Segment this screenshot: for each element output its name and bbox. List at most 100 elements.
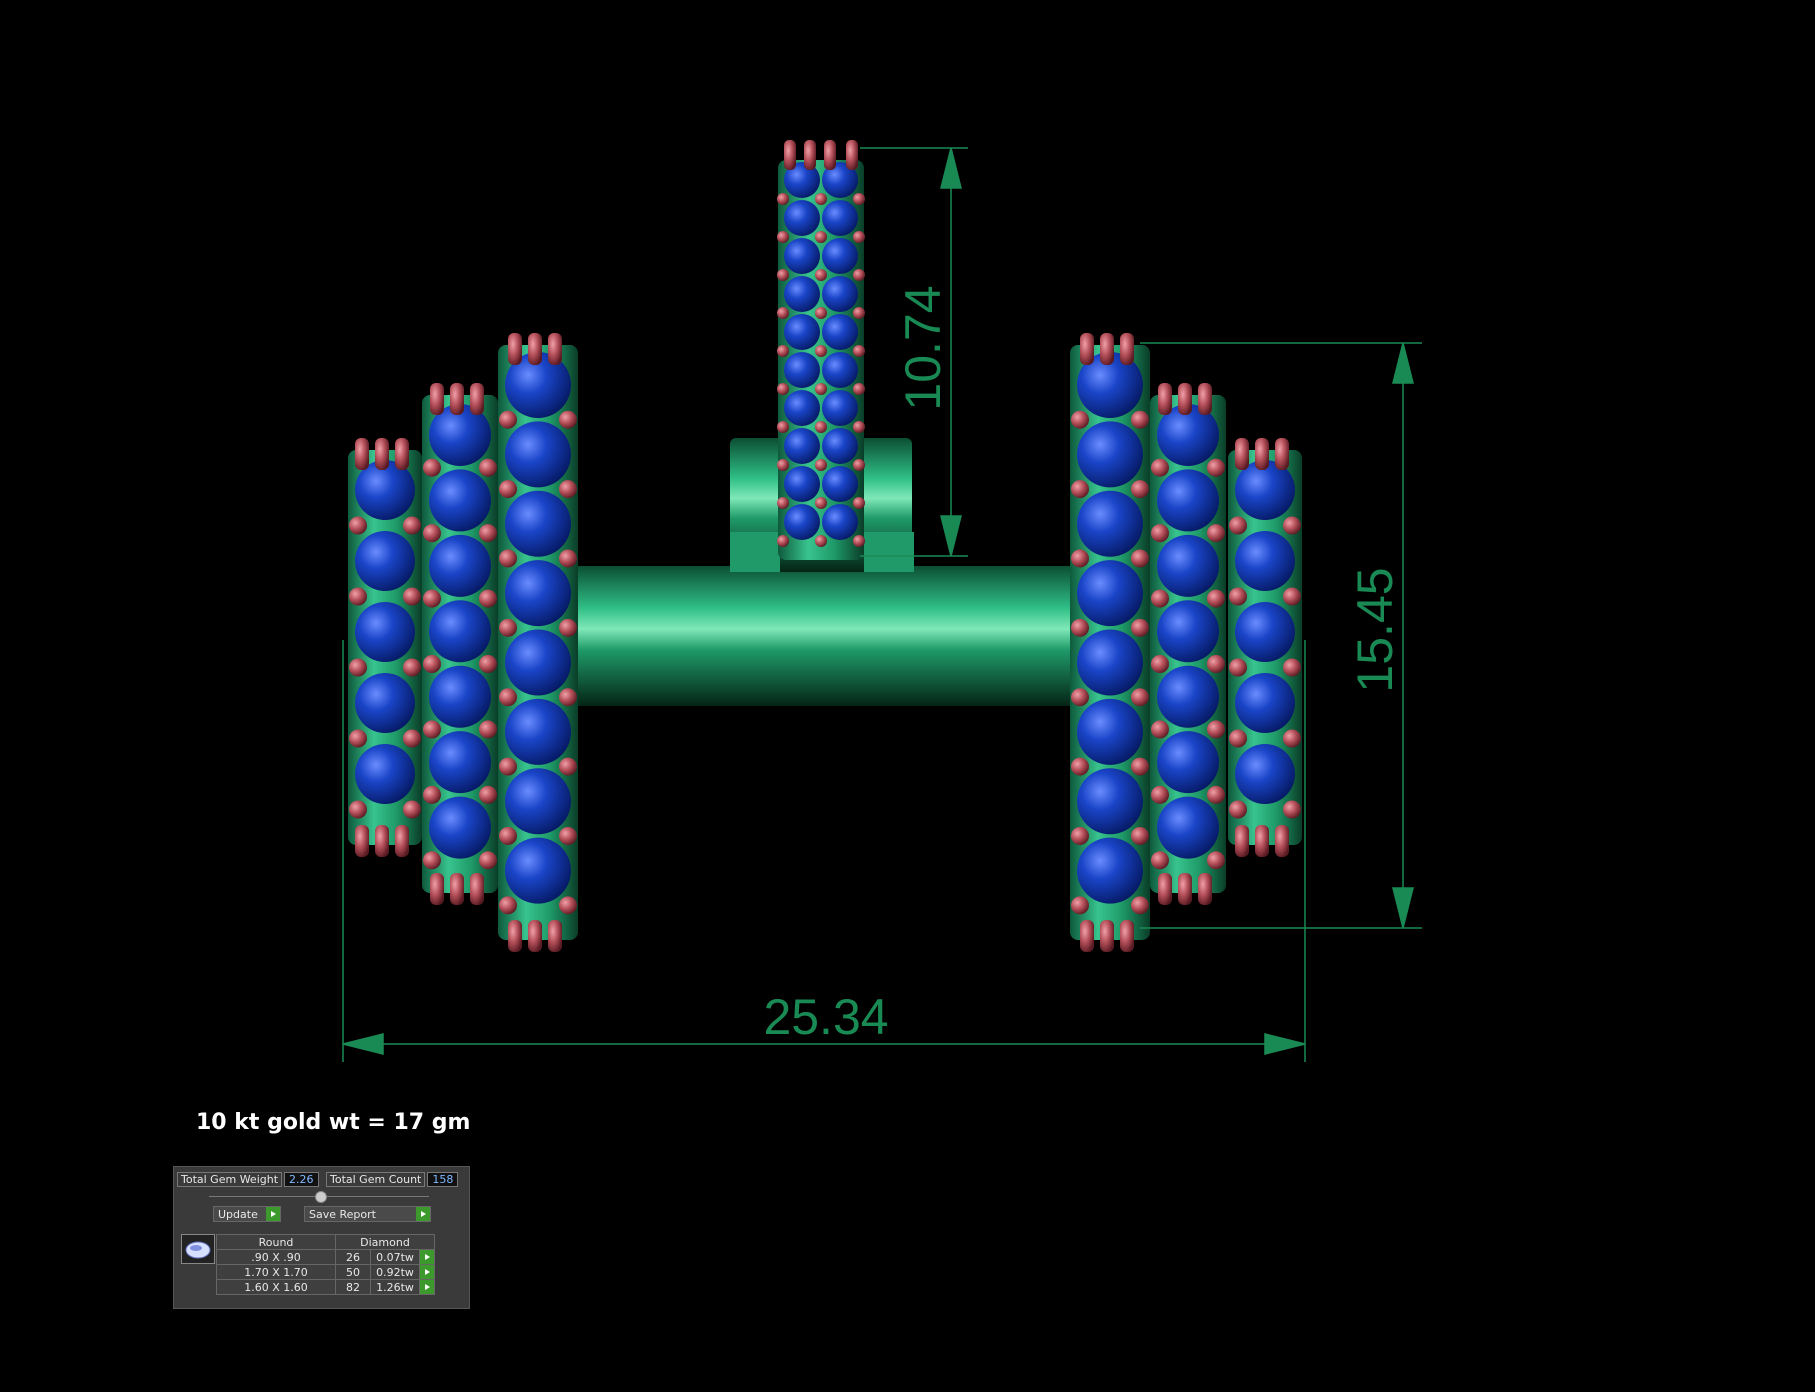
prong [1131, 549, 1149, 568]
gem-report-panel: Total Gem Weight 2.26 Total Gem Count 15… [173, 1166, 470, 1309]
play-arrow-icon [416, 1207, 430, 1221]
gem [784, 504, 820, 540]
gold-weight-label: 10 kt gold wt = 17 gm [196, 1110, 471, 1135]
row-expand-icon[interactable] [419, 1279, 435, 1295]
prong [395, 825, 409, 857]
play-arrow-icon [266, 1207, 280, 1221]
prong [1229, 729, 1247, 748]
total-gem-count-value[interactable]: 158 [427, 1172, 459, 1187]
gem [429, 796, 491, 859]
prong [815, 345, 827, 357]
prong [375, 825, 389, 857]
prong [815, 459, 827, 471]
gem [1157, 665, 1219, 728]
prong [508, 920, 522, 952]
gem-weight: 0.92tw [370, 1264, 420, 1280]
total-gem-weight-value[interactable]: 2.26 [284, 1172, 319, 1187]
prong [349, 587, 367, 606]
prong [1151, 524, 1169, 543]
prong [1071, 549, 1089, 568]
prong [1207, 524, 1225, 543]
gem [429, 534, 491, 597]
collapse-handle-icon[interactable] [315, 1191, 327, 1203]
prong [1207, 851, 1225, 870]
gem [505, 698, 571, 765]
prong [1275, 438, 1289, 470]
gem [784, 352, 820, 388]
prong [479, 785, 497, 804]
update-button[interactable]: Update [213, 1206, 281, 1222]
dimension-bail-label: 10.74 [895, 285, 951, 410]
round-gem-thumbnail-icon[interactable] [181, 1234, 215, 1264]
prong [349, 658, 367, 677]
prong [853, 345, 865, 357]
prong [479, 589, 497, 608]
prong [1229, 516, 1247, 535]
prong [815, 269, 827, 281]
prong [528, 920, 542, 952]
prong [403, 516, 421, 535]
prong [470, 383, 484, 415]
gem [1077, 629, 1143, 696]
gem [822, 352, 858, 388]
prong [479, 524, 497, 543]
gem [429, 469, 491, 532]
prong [499, 618, 517, 637]
prong [559, 480, 577, 499]
prong [1158, 873, 1172, 905]
prong [430, 873, 444, 905]
save-report-button-label: Save Report [309, 1207, 376, 1221]
row-expand-icon[interactable] [419, 1264, 435, 1280]
gem [505, 837, 571, 904]
update-button-label: Update [218, 1207, 258, 1221]
prong [1229, 587, 1247, 606]
gem [784, 200, 820, 236]
gem [1077, 837, 1143, 904]
prong [1131, 757, 1149, 776]
prong [508, 333, 522, 365]
gem [429, 665, 491, 728]
prong [815, 421, 827, 433]
prong [1080, 333, 1094, 365]
prong [1158, 383, 1172, 415]
prong [559, 896, 577, 915]
gem [1077, 698, 1143, 765]
prong [1071, 826, 1089, 845]
gem-table-header-shape: Round [216, 1234, 336, 1250]
table-row[interactable]: 1.60 X 1.60 82 1.26tw [216, 1279, 435, 1295]
prong [355, 825, 369, 857]
prong [499, 549, 517, 568]
prong [1283, 658, 1301, 677]
prong [804, 140, 816, 170]
prong [1207, 655, 1225, 673]
gem [1235, 531, 1295, 591]
prong [1131, 826, 1149, 845]
prong [784, 140, 796, 170]
prong [450, 873, 464, 905]
prong [815, 383, 827, 395]
prong [528, 333, 542, 365]
prong [499, 896, 517, 915]
table-row[interactable]: 1.70 X 1.70 50 0.92tw [216, 1264, 435, 1280]
prong [1151, 720, 1169, 739]
dimension-height-label: 15.45 [1347, 567, 1403, 692]
prong [423, 458, 441, 477]
prong [853, 231, 865, 243]
gem [1157, 796, 1219, 859]
prong [777, 535, 789, 547]
prong [403, 800, 421, 819]
gem-weight: 1.26tw [370, 1279, 420, 1295]
gem [822, 428, 858, 464]
prong [375, 438, 389, 470]
row-expand-icon[interactable] [419, 1249, 435, 1265]
prong [815, 535, 827, 547]
table-row[interactable]: .90 X .90 26 0.07tw [216, 1249, 435, 1265]
gem-table-header: Round Diamond [216, 1234, 435, 1250]
gem [1235, 744, 1295, 804]
gem [784, 466, 820, 502]
prong [499, 410, 517, 429]
save-report-button[interactable]: Save Report [304, 1206, 431, 1222]
gem [784, 276, 820, 312]
prong [777, 269, 789, 281]
prong [1100, 333, 1114, 365]
